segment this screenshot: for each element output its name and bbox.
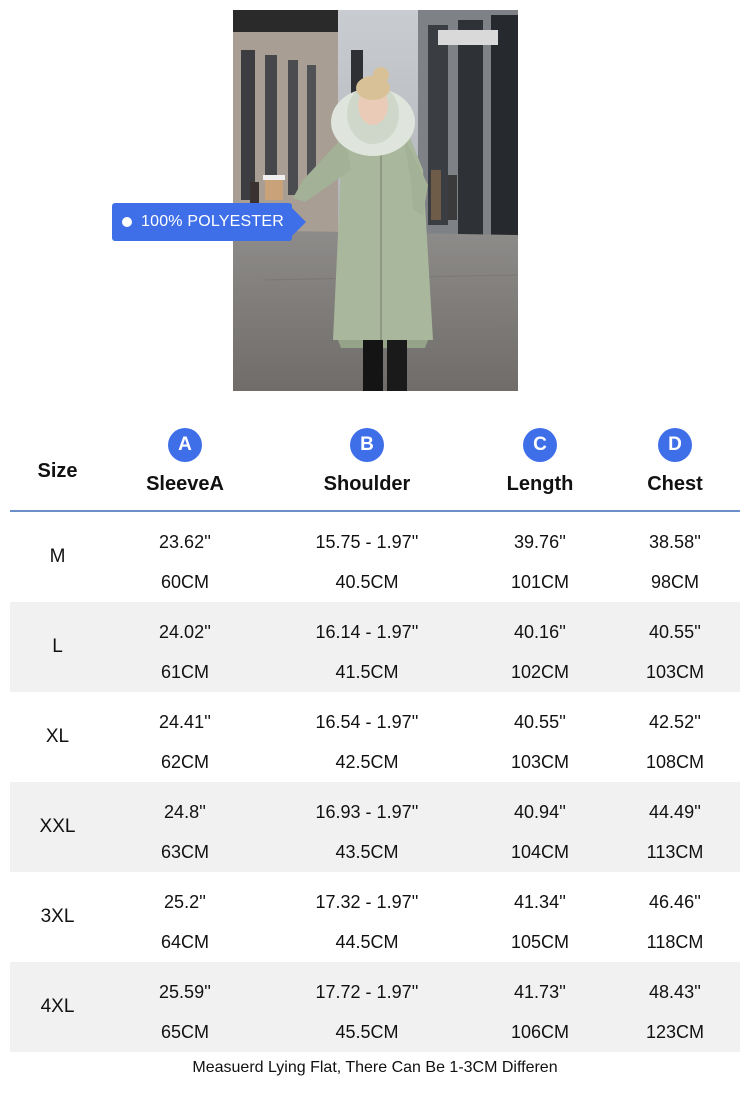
badge-c: C: [523, 428, 557, 462]
cm-value: 40.5CM: [335, 572, 399, 592]
cm-value: 98CM: [650, 572, 699, 592]
table-row: 4XL 25.59'' 65CM 17.72 - 1.97'' 45.5CM 41.…: [10, 962, 740, 1052]
inch-value: 38.58'': [649, 532, 701, 552]
inch-value: 40.55'': [649, 622, 701, 642]
inch-value: 48.43'': [649, 982, 701, 1002]
material-tag-label: 100% POLYESTER: [141, 213, 285, 230]
inch-value: 25.59'': [159, 982, 211, 1002]
cm-value: 62CM: [160, 752, 209, 772]
column-header-sleeve: A SleeveA: [85, 428, 285, 496]
inch-value: 25.2'': [164, 892, 206, 912]
cm-value: 41.5CM: [335, 662, 399, 682]
cm-value: 118CM: [646, 932, 704, 952]
column-header-chest: D Chest: [575, 428, 750, 496]
column-label: Shoulder: [323, 473, 411, 495]
column-header-shoulder: B Shoulder: [267, 428, 467, 496]
badge-d: D: [658, 428, 692, 462]
badge-a: A: [168, 428, 202, 462]
cm-value: 123CM: [645, 1022, 705, 1042]
inch-value: 42.52'': [649, 712, 701, 732]
inch-value: 16.14 - 1.97'': [315, 622, 419, 642]
inch-value: 16.93 - 1.97'': [315, 802, 419, 822]
cm-value: 65CM: [160, 1022, 209, 1042]
inch-value: 15.75 - 1.97'': [315, 532, 419, 552]
cm-value: 61CM: [160, 662, 209, 682]
cm-value: 45.5CM: [335, 1022, 399, 1042]
column-label: SleeveA: [146, 473, 224, 495]
table-row: M 23.62'' 60CM 15.75 - 1.97'' 40.5CM 39.76…: [10, 512, 740, 602]
cm-value: 108CM: [645, 752, 705, 772]
inch-value: 17.72 - 1.97'': [315, 982, 419, 1002]
column-label: Chest: [647, 473, 703, 495]
table-row: XL 24.41'' 62CM 16.54 - 1.97'' 42.5CM 40.5…: [10, 692, 740, 782]
table-row: L 24.02'' 61CM 16.14 - 1.97'' 41.5CM 40.16…: [10, 602, 740, 692]
measurement-footnote: Measuerd Lying Flat, There Can Be 1-3CM …: [192, 1059, 558, 1076]
inch-value: 24.41'': [159, 712, 211, 732]
table-row: XXL 24.8'' 63CM 16.93 - 1.97'' 43.5CM 40.9…: [10, 782, 740, 872]
inch-value: 24.02'': [159, 622, 211, 642]
size-chart-body: M 23.62'' 60CM 15.75 - 1.97'' 40.5CM 39.76…: [10, 512, 740, 1052]
coat-photo: [233, 10, 518, 391]
inch-value: 44.49'': [649, 802, 701, 822]
table-row: 3XL 25.2'' 64CM 17.32 - 1.97'' 44.5CM 41.3…: [10, 872, 740, 962]
dot-icon: [122, 217, 132, 227]
inch-value: 16.54 - 1.97'': [315, 712, 419, 732]
size-chart-header: Size A SleeveA B Shoulder C Length D Che…: [10, 420, 740, 512]
material-tag: 100% POLYESTER: [112, 203, 306, 241]
cm-value: 44.5CM: [335, 932, 399, 952]
cm-value: 64CM: [160, 932, 209, 952]
cm-value: 43.5CM: [335, 842, 399, 862]
inch-value: 23.62'': [159, 532, 211, 552]
inch-value: 24.8'': [164, 802, 206, 822]
cm-value: 103CM: [645, 662, 705, 682]
cm-value: 63CM: [160, 842, 209, 862]
product-photo: [233, 10, 518, 391]
inch-value: 46.46'': [649, 892, 701, 912]
inch-value: 17.32 - 1.97'': [315, 892, 419, 912]
cm-value: 60CM: [160, 572, 209, 592]
badge-b: B: [350, 428, 384, 462]
cm-value: 113CM: [646, 842, 704, 862]
size-chart: Size A SleeveA B Shoulder C Length D Che…: [10, 420, 740, 1052]
cm-value: 42.5CM: [335, 752, 399, 772]
